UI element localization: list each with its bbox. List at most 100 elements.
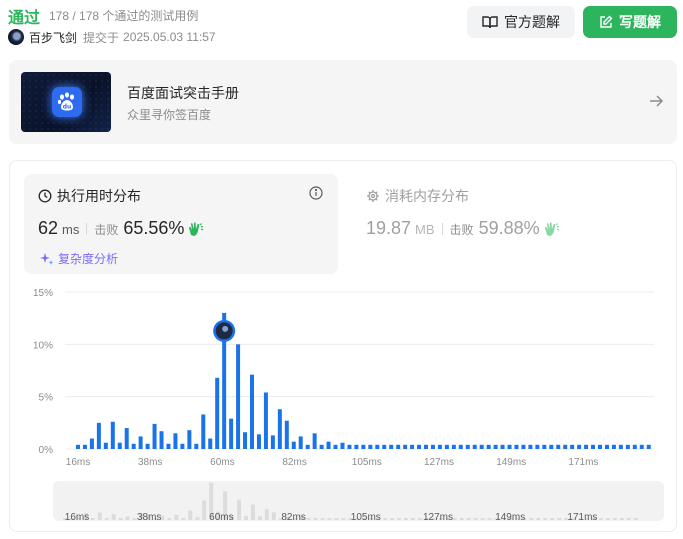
bar: [542, 444, 547, 449]
y-tick-label: 10%: [33, 340, 53, 351]
runtime-beat-label: 击败: [94, 223, 119, 237]
overview-bar: [480, 518, 485, 520]
overview-bar: [97, 512, 102, 520]
info-icon[interactable]: [309, 186, 323, 200]
y-tick-label: 15%: [33, 288, 53, 299]
overview-bar: [90, 518, 95, 520]
overview-bar: [334, 518, 339, 520]
chart-overview-scrubber[interactable]: 16ms 38ms 60ms 82ms 105ms 127ms 149ms 171ms: [53, 481, 664, 523]
bar: [76, 444, 80, 449]
bar: [563, 444, 568, 449]
runtime-distribution-chart[interactable]: 15% 10% 5% 0% 16ms 38ms 60ms 82ms 105ms 127ms 149m…: [19, 280, 664, 470]
bar: [556, 444, 561, 449]
overview-bar: [536, 518, 541, 520]
bar: [598, 444, 602, 449]
submit-time: 2025.05.03 11:57: [123, 30, 216, 44]
bar: [465, 444, 470, 449]
bar: [500, 444, 505, 449]
bar: [291, 441, 296, 449]
bar: [444, 444, 449, 449]
submission-header: 通过 178 / 178 个通过的测试用例 百步飞剑 提交于 2025.05.0…: [8, 4, 677, 48]
banner-subtitle: 众里寻你签百度: [127, 108, 212, 122]
bar: [584, 444, 589, 449]
overview-x-tick-label: 105ms: [351, 512, 381, 521]
bar: [284, 420, 289, 449]
overview-bar: [341, 518, 346, 520]
bar: [493, 444, 498, 449]
bar: [632, 444, 637, 449]
overview-x-tick-label: 60ms: [209, 512, 233, 521]
arrow-right-icon[interactable]: [647, 92, 665, 110]
memory-panel[interactable]: 消耗内存分布 19.87 MB 击败 59.88%: [352, 174, 662, 274]
bar: [535, 444, 540, 449]
overview-chart: 16ms 38ms 60ms 82ms 105ms 127ms 149ms 171ms: [63, 482, 638, 523]
bar: [507, 444, 512, 449]
bar: [145, 443, 150, 449]
runtime-metric-row: 62 ms 击败 65.56%: [38, 218, 205, 239]
bar: [201, 414, 206, 449]
overview-bar: [202, 500, 207, 520]
bar: [229, 418, 234, 449]
overview-bar: [383, 518, 388, 520]
runtime-unit: ms: [62, 222, 80, 237]
bar: [243, 432, 248, 449]
official-solution-button[interactable]: 官方题解: [467, 6, 575, 38]
bar: [437, 444, 442, 449]
book-icon: [482, 16, 498, 29]
runtime-beat-value: 65.56%: [123, 218, 185, 238]
write-solution-button[interactable]: 写题解: [583, 6, 677, 38]
bar: [618, 444, 623, 449]
memory-value: 19.87: [366, 218, 412, 238]
bar: [430, 444, 435, 449]
overview-bar: [313, 517, 318, 520]
overview-bar: [306, 518, 311, 520]
clap-icon: [189, 221, 204, 236]
y-tick-label: 5%: [39, 393, 54, 404]
overview-bar: [181, 518, 186, 520]
overview-bar: [550, 518, 555, 520]
baidu-logo: du: [52, 87, 82, 117]
runtime-panel[interactable]: 执行用时分布 62 ms 击败 65.56% 复杂度分析: [24, 174, 338, 274]
overview-x-tick-label: 38ms: [137, 512, 161, 521]
bar: [340, 442, 345, 449]
bar: [417, 444, 422, 449]
overview-bar: [104, 518, 109, 520]
overview-bar: [612, 518, 617, 520]
bar: [625, 444, 630, 449]
bar: [277, 409, 282, 449]
overview-bar: [390, 518, 395, 520]
bar: [117, 442, 122, 449]
runtime-title-row: 执行用时分布: [38, 186, 141, 206]
bar: [159, 431, 164, 449]
overview-bar: [452, 518, 457, 520]
bar: [472, 444, 477, 449]
overview-bar: [257, 516, 262, 520]
memory-metric-row: 19.87 MB 击败 59.88%: [366, 218, 561, 239]
overview-bar: [320, 518, 325, 520]
bar: [82, 444, 87, 449]
x-tick-label: 105ms: [352, 457, 382, 468]
test-cases-count: 178 / 178 个通过的测试用例: [49, 9, 199, 23]
bar: [131, 443, 136, 449]
banner-title: 百度面试突击手册: [127, 85, 239, 101]
overview-bar: [243, 515, 248, 520]
status-label: 通过: [8, 10, 41, 27]
promo-banner[interactable]: du 百度面试突击手册 众里寻你签百度: [9, 60, 677, 144]
overview-bar: [466, 518, 471, 520]
avatar[interactable]: [8, 29, 24, 45]
bar: [326, 441, 331, 449]
bar: [187, 430, 192, 449]
overview-bar: [543, 518, 548, 520]
x-tick-label: 149ms: [496, 457, 526, 468]
bar: [138, 436, 143, 449]
overview-bar: [327, 518, 332, 520]
complexity-analysis-link[interactable]: 复杂度分析: [40, 250, 118, 267]
bar: [89, 438, 94, 449]
overview-bar: [557, 518, 562, 520]
bar: [570, 444, 575, 449]
overview-bar: [598, 518, 603, 520]
bar: [250, 374, 254, 449]
username[interactable]: 百步飞剑: [29, 29, 77, 46]
current-submission-marker: [213, 319, 236, 342]
overview-bar: [605, 518, 610, 520]
